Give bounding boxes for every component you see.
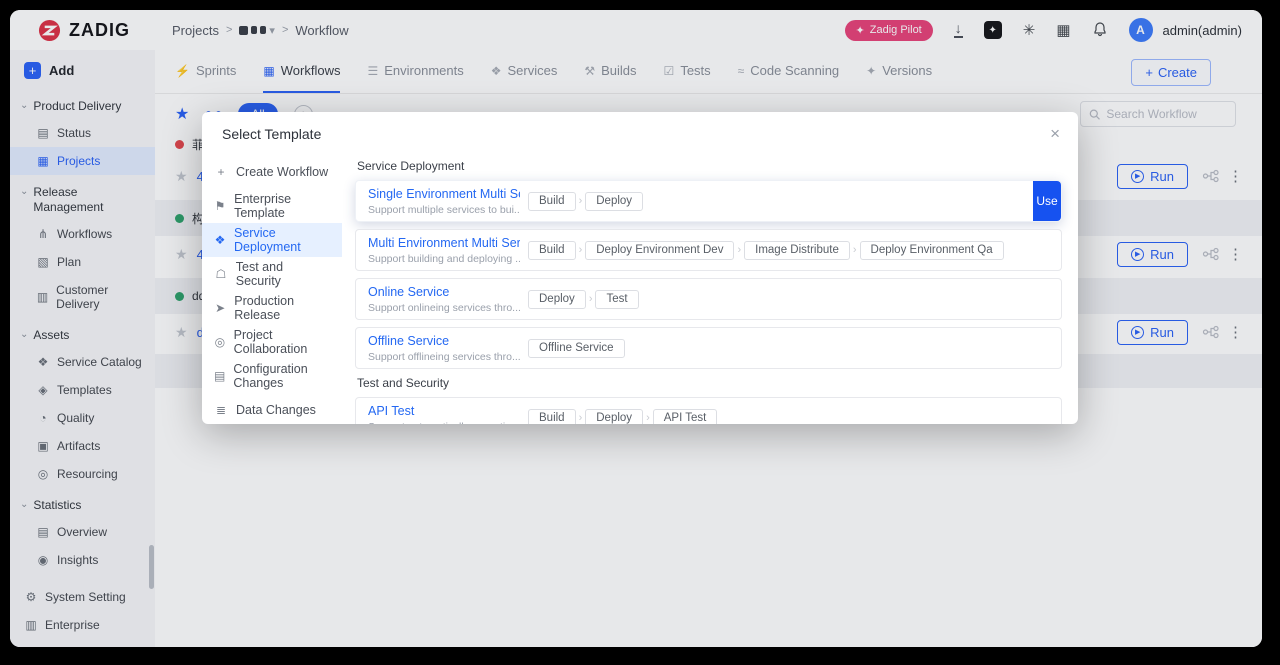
plus-icon: +: [214, 165, 228, 179]
template-category-nav: + Create Workflow ⚑ Enterprise Template …: [202, 151, 342, 424]
template-card-online-service[interactable]: Online Service Support onlineing service…: [355, 278, 1062, 320]
template-info: Multi Environment Multi Service ... Supp…: [368, 236, 520, 265]
config-doc-icon: ▤: [214, 369, 225, 383]
stage-tag: Build: [528, 409, 576, 425]
use-button[interactable]: Use: [1033, 181, 1061, 221]
template-desc: Support multiple services to bui...: [368, 204, 520, 216]
stage-tag: Deploy Environment Dev: [585, 241, 734, 260]
template-title[interactable]: Online Service: [368, 285, 520, 299]
template-desc: Support offlineing services thro...: [368, 351, 520, 363]
nav-test-and-security[interactable]: ☖ Test and Security: [202, 257, 342, 291]
app-window: ZADIG Projects > ▾ > Workflow ✦ Zadig Pi…: [10, 10, 1262, 647]
rocket-icon: ➤: [214, 301, 226, 315]
nav-enterprise-template[interactable]: ⚑ Enterprise Template: [202, 189, 342, 223]
template-card-api-test[interactable]: API Test Support automatically executing…: [355, 397, 1062, 424]
stage-tag: Offline Service: [528, 339, 625, 358]
chevron-icon: ›: [737, 244, 741, 256]
template-title[interactable]: Single Environment Multi Servic...: [368, 187, 520, 201]
nav-label: Data Changes: [236, 403, 316, 417]
template-title[interactable]: Multi Environment Multi Service ...: [368, 236, 520, 250]
database-icon: ≣: [214, 403, 228, 417]
stage-tag: Deploy: [585, 409, 643, 425]
nav-data-changes[interactable]: ≣ Data Changes: [202, 393, 342, 424]
nav-label: Create Workflow: [236, 165, 328, 179]
template-desc: Support automatically executing...: [368, 421, 520, 425]
template-list: Service Deployment Single Environment Mu…: [342, 151, 1078, 424]
select-template-modal: Select Template × + Create Workflow ⚑ En…: [202, 112, 1078, 424]
service-deployment-icon: ❖: [214, 233, 226, 247]
template-desc: Support building and deploying ...: [368, 253, 520, 265]
stage-tag: Build: [528, 241, 576, 260]
chevron-icon: ›: [589, 293, 593, 305]
stage-tag: Test: [595, 290, 638, 309]
stage-tags: Deploy › Test: [528, 290, 639, 309]
template-card-offline-service[interactable]: Offline Service Support offlineing servi…: [355, 327, 1062, 369]
stage-tag: Image Distribute: [744, 241, 850, 260]
nav-create-workflow[interactable]: + Create Workflow: [202, 155, 342, 189]
nav-label: Production Release: [234, 294, 330, 322]
modal-title: Select Template: [222, 126, 321, 142]
template-info: Online Service Support onlineing service…: [368, 285, 520, 314]
stage-tag: Deploy: [528, 290, 586, 309]
template-title[interactable]: Offline Service: [368, 334, 520, 348]
chevron-icon: ›: [646, 412, 650, 424]
section-heading: Service Deployment: [357, 159, 1062, 173]
stage-tags: Build › Deploy › API Test: [528, 409, 717, 425]
nav-label: Test and Security: [236, 260, 330, 288]
template-info: Single Environment Multi Servic... Suppo…: [368, 187, 520, 216]
close-icon[interactable]: ×: [1050, 125, 1060, 142]
section-heading: Test and Security: [357, 376, 1062, 390]
chevron-icon: ›: [853, 244, 857, 256]
stage-tag: Deploy: [585, 192, 643, 211]
template-info: Offline Service Support offlineing servi…: [368, 334, 520, 363]
stage-tag: Build: [528, 192, 576, 211]
chevron-icon: ›: [579, 244, 583, 256]
modal-body: + Create Workflow ⚑ Enterprise Template …: [202, 151, 1078, 424]
nav-project-collaboration[interactable]: ◎ Project Collaboration: [202, 325, 342, 359]
template-desc: Support onlineing services thro...: [368, 302, 520, 314]
collaboration-icon: ◎: [214, 335, 226, 349]
nav-production-release[interactable]: ➤ Production Release: [202, 291, 342, 325]
enterprise-template-icon: ⚑: [214, 199, 226, 213]
nav-service-deployment[interactable]: ❖ Service Deployment: [202, 223, 342, 257]
stage-tag: API Test: [653, 409, 718, 425]
modal-header: Select Template ×: [202, 112, 1078, 151]
shield-icon: ☖: [214, 267, 228, 281]
nav-label: Configuration Changes: [233, 362, 330, 390]
template-title[interactable]: API Test: [368, 404, 520, 418]
stage-tags: Offline Service: [528, 339, 625, 358]
stage-tag: Deploy Environment Qa: [860, 241, 1004, 260]
nav-label: Enterprise Template: [234, 192, 330, 220]
nav-label: Service Deployment: [234, 226, 330, 254]
chevron-icon: ›: [579, 195, 583, 207]
template-card-single-env[interactable]: Single Environment Multi Servic... Suppo…: [355, 180, 1062, 222]
nav-configuration-changes[interactable]: ▤ Configuration Changes: [202, 359, 342, 393]
chevron-icon: ›: [579, 412, 583, 424]
nav-label: Project Collaboration: [234, 328, 330, 356]
stage-tags: Build › Deploy Environment Dev › Image D…: [528, 241, 1004, 260]
template-card-multi-env[interactable]: Multi Environment Multi Service ... Supp…: [355, 229, 1062, 271]
template-info: API Test Support automatically executing…: [368, 404, 520, 425]
stage-tags: Build › Deploy: [528, 192, 643, 211]
